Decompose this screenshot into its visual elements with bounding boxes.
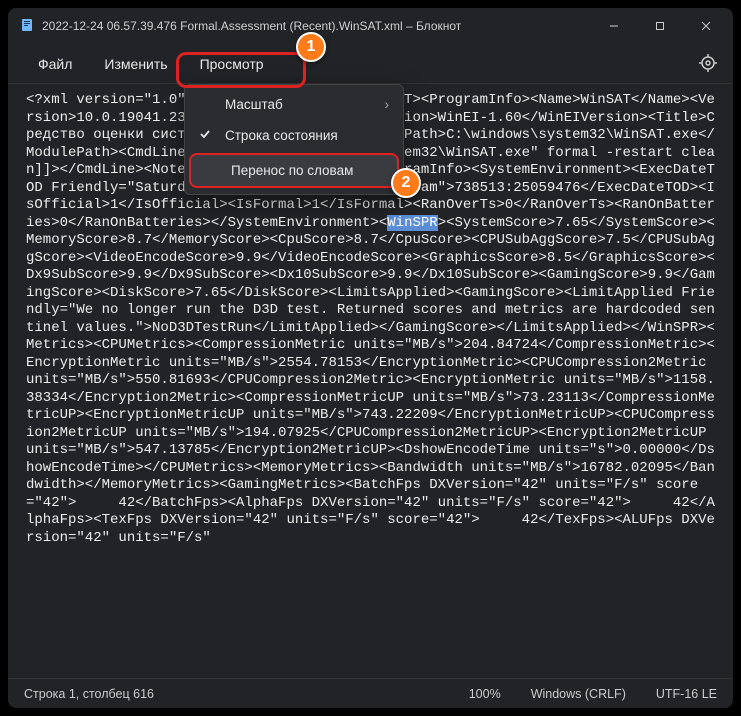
menu-statusbar-label: Строка состояния <box>225 128 338 143</box>
statusbar: Строка 1, столбец 616 100% Windows (CRLF… <box>8 678 733 708</box>
app-icon <box>20 18 34 35</box>
status-position: Строка 1, столбец 616 <box>24 687 154 701</box>
view-dropdown: Масштаб › Строка состояния Перенос по сл… <box>184 84 404 195</box>
status-encoding: UTF-16 LE <box>656 687 717 701</box>
menu-view[interactable]: Просмотр <box>186 50 278 78</box>
menu-zoom-label: Масштаб <box>225 97 283 112</box>
window-title: 2022-12-24 06.57.39.476 Formal.Assessmen… <box>42 19 591 33</box>
menu-edit[interactable]: Изменить <box>90 50 181 78</box>
menu-zoom[interactable]: Масштаб › <box>185 89 403 120</box>
annotation-badge-2: 2 <box>391 168 421 198</box>
check-icon <box>199 128 215 143</box>
highlighted-text: WinSPR <box>387 215 437 231</box>
status-zoom: 100% <box>469 687 501 701</box>
close-button[interactable] <box>683 10 729 42</box>
minimize-button[interactable] <box>591 10 637 42</box>
text-post: ><SystemScore>7.65</SystemScore><MemoryS… <box>26 215 715 546</box>
chevron-right-icon: › <box>385 97 390 112</box>
menu-wordwrap-label: Перенос по словам <box>231 163 353 178</box>
settings-button[interactable] <box>699 54 717 75</box>
menubar: Файл Изменить Просмотр <box>8 44 733 84</box>
menu-statusbar[interactable]: Строка состояния <box>185 120 403 151</box>
status-eol: Windows (CRLF) <box>531 687 626 701</box>
maximize-button[interactable] <box>637 10 683 42</box>
window-controls <box>591 10 729 42</box>
annotation-badge-1: 1 <box>296 32 326 62</box>
notepad-window: 2022-12-24 06.57.39.476 Formal.Assessmen… <box>8 8 733 708</box>
menu-wordwrap[interactable]: Перенос по словам <box>189 153 399 188</box>
titlebar: 2022-12-24 06.57.39.476 Formal.Assessmen… <box>8 8 733 44</box>
menu-file[interactable]: Файл <box>24 50 86 78</box>
